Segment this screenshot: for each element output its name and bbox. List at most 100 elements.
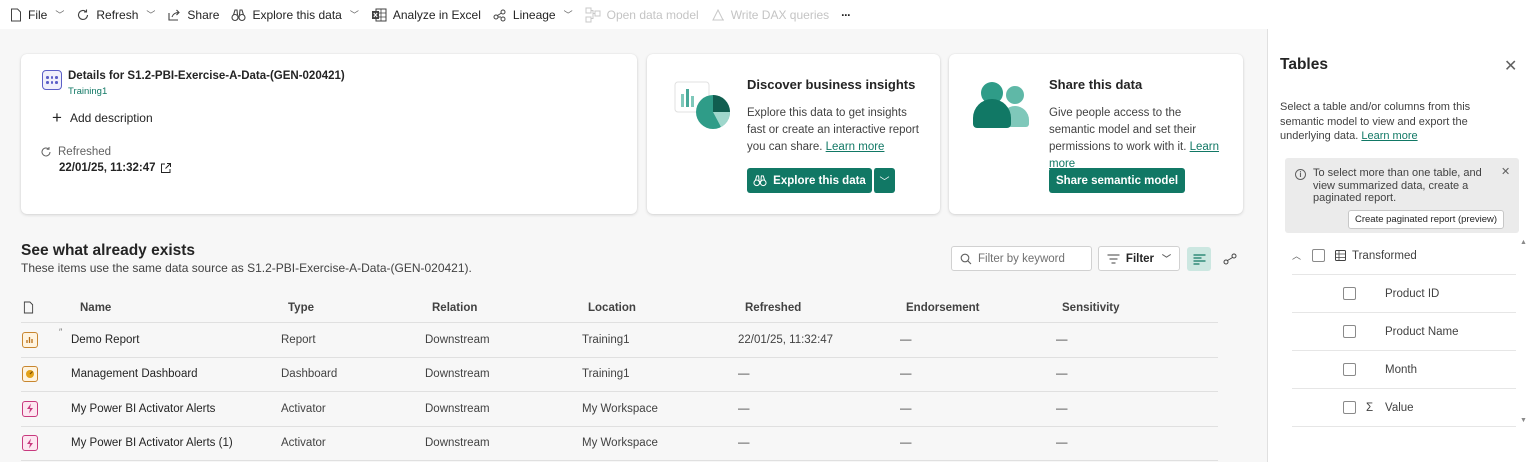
file-menu[interactable]: File ﹀ <box>4 0 70 29</box>
explore-options-dropdown[interactable]: ﹀ <box>873 168 895 193</box>
main-content: Details for S1.2-PBI-Exercise-A-Data-(GE… <box>0 29 1266 462</box>
discover-title: Discover business insights <box>747 77 916 92</box>
explore-this-data-button[interactable]: Explore this data <box>747 168 872 193</box>
file-icon <box>11 8 21 21</box>
item-name-link[interactable]: My Power BI Activator Alerts <box>71 392 215 426</box>
item-location-link[interactable]: My Workspace <box>582 392 658 426</box>
chevron-up-icon[interactable]: ︿ <box>1292 249 1312 262</box>
analyze-label: Analyze in Excel <box>392 7 481 22</box>
column-header-sensitivity[interactable]: Sensitivity <box>1062 293 1120 322</box>
lineage-view-button[interactable] <box>1220 249 1240 269</box>
info-icon: i <box>1295 169 1306 180</box>
column-checkbox[interactable] <box>1343 401 1356 414</box>
column-tree-item[interactable]: Product ID <box>1292 275 1516 313</box>
details-title: Details for S1.2-PBI-Exercise-A-Data-(GE… <box>68 70 345 82</box>
item-name-link[interactable]: Management Dashboard <box>71 358 198 392</box>
close-icon[interactable]: ✕ <box>1504 56 1517 76</box>
tables-pane: Tables ✕ Select a table and/or columns f… <box>1267 29 1536 462</box>
filter-keyword-input[interactable]: Filter by keyword <box>951 246 1092 271</box>
column-header-type[interactable]: Type <box>288 293 314 322</box>
column-tree-item[interactable]: Σ Value <box>1292 389 1516 427</box>
table-row[interactable]: ″ Demo Report Report Downstream Training… <box>21 323 1218 358</box>
item-relation: Downstream <box>425 333 490 346</box>
share-semantic-model-button[interactable]: Share semantic model <box>1049 168 1185 193</box>
open-data-model-button[interactable]: Open data model <box>579 0 705 29</box>
item-location-link[interactable]: Training1 <box>582 323 630 357</box>
item-location-link[interactable]: Training1 <box>582 358 630 392</box>
table-row[interactable]: My Power BI Activator Alerts Activator D… <box>21 392 1218 427</box>
share-icon <box>168 9 181 21</box>
binoculars-icon <box>753 175 767 187</box>
column-tree-item[interactable]: Product Name <box>1292 313 1516 351</box>
report-icon <box>22 331 38 348</box>
column-header-location[interactable]: Location <box>588 293 636 322</box>
data-model-icon <box>585 7 601 22</box>
more-icon: ··· <box>841 7 851 22</box>
share-title: Share this data <box>1049 77 1143 92</box>
column-checkbox[interactable] <box>1343 287 1356 300</box>
share-text: Give people access to the semantic model… <box>1049 107 1220 170</box>
quote-marker: ″ <box>59 326 63 337</box>
file-label: File <box>28 7 48 22</box>
write-dax-button[interactable]: Write DAX queries <box>705 0 835 29</box>
item-name-link[interactable]: My Power BI Activator Alerts (1) <box>71 427 233 461</box>
item-relation: Downstream <box>425 437 490 450</box>
refresh-menu[interactable]: Refresh ﹀ <box>70 0 161 29</box>
create-paginated-report-button[interactable]: Create paginated report (preview) <box>1348 210 1505 229</box>
item-refreshed: — <box>738 368 750 381</box>
info-message-bar: i To select more than one table, and vie… <box>1285 158 1519 233</box>
pane-learn-more-link[interactable]: Learn more <box>1361 130 1417 142</box>
item-location-link[interactable]: My Workspace <box>582 427 658 461</box>
scroll-up-arrow[interactable]: ▲ <box>1520 239 1527 246</box>
type-column-header[interactable] <box>23 293 34 322</box>
column-name: Month <box>1385 363 1417 376</box>
column-checkbox[interactable] <box>1343 325 1356 338</box>
open-external-icon[interactable] <box>160 162 172 174</box>
scroll-down-arrow[interactable]: ▼ <box>1520 417 1527 424</box>
more-options-button[interactable]: ··· <box>835 0 856 29</box>
chevron-down-icon: ﹀ <box>55 10 65 20</box>
item-refreshed: — <box>738 437 750 450</box>
column-checkbox[interactable] <box>1343 363 1356 376</box>
column-header-name[interactable]: Name <box>80 293 111 322</box>
section-title: See what already exists <box>21 242 196 259</box>
chevron-down-icon: ﹀ <box>1162 254 1172 264</box>
filter-placeholder: Filter by keyword <box>978 252 1065 265</box>
dismiss-info-icon[interactable]: ✕ <box>1501 165 1510 178</box>
item-type: Activator <box>281 437 326 450</box>
discover-learn-more-link[interactable]: Learn more <box>826 141 885 153</box>
semantic-model-icon <box>42 70 62 90</box>
chevron-down-icon: ﹀ <box>349 10 359 20</box>
refresh-label: Refresh <box>96 7 139 22</box>
item-endorsement: — <box>900 402 912 415</box>
table-row[interactable]: My Power BI Activator Alerts (1) Activat… <box>21 427 1218 461</box>
list-view-button[interactable] <box>1187 247 1211 271</box>
item-relation: Downstream <box>425 402 490 415</box>
table-row[interactable]: Management Dashboard Dashboard Downstrea… <box>21 358 1218 392</box>
write-dax-label: Write DAX queries <box>730 7 830 22</box>
filter-button[interactable]: Filter ﹀ <box>1098 246 1180 271</box>
item-relation: Downstream <box>425 368 490 381</box>
column-header-endorsement[interactable]: Endorsement <box>906 293 980 322</box>
excel-icon <box>371 8 387 21</box>
column-tree-item[interactable]: Month <box>1292 351 1516 389</box>
explore-label: Explore this data <box>252 7 342 22</box>
lineage-menu[interactable]: Lineage ﹀ <box>487 0 579 29</box>
analyze-excel-button[interactable]: Analyze in Excel <box>365 0 487 29</box>
workspace-link[interactable]: Training1 <box>68 86 107 97</box>
table-tree-item[interactable]: ︿ Transformed <box>1292 237 1516 275</box>
sigma-icon: Σ <box>1366 401 1374 414</box>
add-description-button[interactable]: + Add description <box>52 108 153 127</box>
table-checkbox[interactable] <box>1312 249 1325 262</box>
share-button[interactable]: Share <box>161 0 225 29</box>
column-header-refreshed[interactable]: Refreshed <box>745 293 801 322</box>
refreshed-label: Refreshed <box>40 146 111 158</box>
file-icon <box>23 301 34 314</box>
column-header-relation[interactable]: Relation <box>432 293 477 322</box>
lineage-label: Lineage <box>512 7 556 22</box>
explore-menu[interactable]: Explore this data ﹀ <box>225 0 364 29</box>
item-name-link[interactable]: Demo Report <box>71 323 139 357</box>
plus-icon: + <box>52 108 62 127</box>
share-data-card: Share this data Give people access to th… <box>949 54 1243 214</box>
discover-text: Explore this data to get insights fast o… <box>747 107 919 153</box>
